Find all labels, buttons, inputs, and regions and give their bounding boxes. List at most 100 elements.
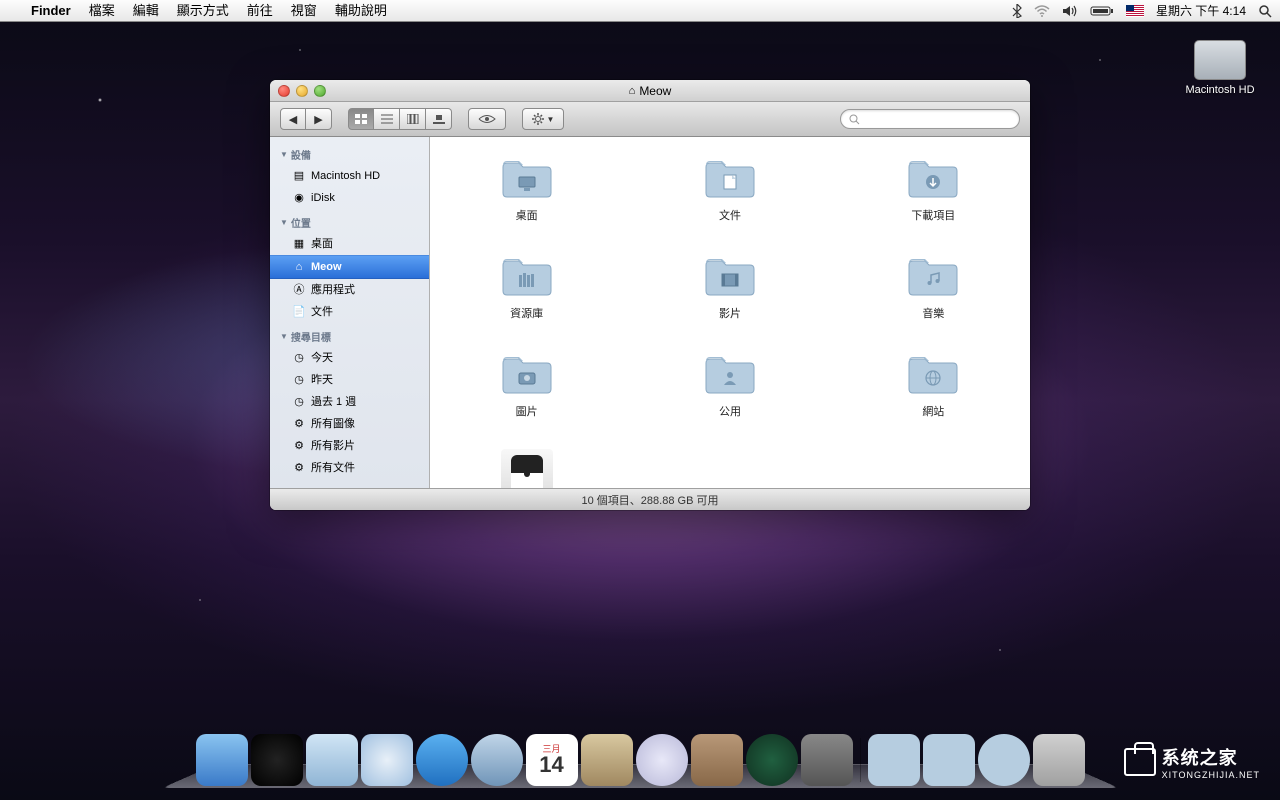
sidebar-item-Meow[interactable]: ⌂Meow — [270, 255, 429, 279]
column-view-button[interactable] — [400, 108, 426, 130]
dock-downloads[interactable] — [978, 734, 1030, 786]
quicklook-button[interactable] — [468, 108, 506, 130]
file-item-傳送註冊資訊[interactable]: 傳送註冊資訊 — [477, 449, 577, 488]
sidebar-item-桌面[interactable]: ▦桌面 — [270, 233, 429, 255]
dock-settings[interactable] — [801, 734, 853, 786]
sidebar-item-今天[interactable]: ◷今天 — [270, 347, 429, 369]
sidebar-header[interactable]: ▼ 位置 — [270, 209, 429, 233]
spotlight-icon[interactable] — [1258, 4, 1272, 18]
dock-spaces[interactable] — [691, 734, 743, 786]
dock-folder-docs[interactable] — [923, 734, 975, 786]
menu-view[interactable]: 顯示方式 — [168, 0, 238, 22]
folder-icon — [905, 253, 961, 299]
toolbar: ◀ ▶ ▼ — [270, 102, 1030, 137]
coverflow-view-button[interactable] — [426, 108, 452, 130]
item-label: 網站 — [883, 403, 983, 419]
sidebar-item-iDisk[interactable]: ◉iDisk — [270, 187, 429, 209]
bluetooth-icon[interactable] — [1012, 4, 1022, 18]
sidebar-item-label: 桌面 — [311, 235, 333, 253]
dock-ical[interactable]: 三月14 — [526, 734, 578, 786]
app-menu[interactable]: Finder — [22, 0, 80, 22]
file-item-音樂[interactable]: 音樂 — [883, 253, 983, 321]
item-label: 桌面 — [477, 207, 577, 223]
menu-window[interactable]: 視窗 — [282, 0, 326, 22]
dock-finder[interactable] — [196, 734, 248, 786]
dock-itunes[interactable] — [636, 734, 688, 786]
sidebar-item-label: iDisk — [311, 189, 335, 207]
sidebar-item-Macintosh HD[interactable]: ▤Macintosh HD — [270, 165, 429, 187]
dock-ichat[interactable] — [416, 734, 468, 786]
minimize-button[interactable] — [296, 85, 308, 97]
app-icon — [501, 449, 553, 488]
sidebar-item-label: 文件 — [311, 303, 333, 321]
file-item-下載項目[interactable]: 下載項目 — [883, 155, 983, 223]
sidebar-item-label: 昨天 — [311, 371, 333, 389]
smart-icon: ⚙ — [292, 417, 306, 431]
folder-icon — [499, 351, 555, 397]
battery-icon[interactable] — [1090, 5, 1114, 17]
watermark-sub: XITONGZHIJIA.NET — [1162, 770, 1260, 780]
menubar: Finder 檔案 編輯 顯示方式 前往 視窗 輔助說明 星期六 下午 4:14 — [0, 0, 1280, 22]
close-button[interactable] — [278, 85, 290, 97]
folder-icon — [499, 253, 555, 299]
dock: 三月14 — [0, 728, 1280, 800]
list-view-button[interactable] — [374, 108, 400, 130]
file-item-圖片[interactable]: 圖片 — [477, 351, 577, 419]
dock-dvd[interactable] — [581, 734, 633, 786]
item-label: 音樂 — [883, 305, 983, 321]
file-item-網站[interactable]: 網站 — [883, 351, 983, 419]
item-label: 影片 — [680, 305, 780, 321]
sidebar-item-過去 1 週[interactable]: ◷過去 1 週 — [270, 391, 429, 413]
action-button[interactable]: ▼ — [522, 108, 564, 130]
input-flag-icon[interactable] — [1126, 5, 1144, 17]
home-icon: ⌂ — [292, 260, 306, 274]
dock-folder-apps[interactable] — [868, 734, 920, 786]
finder-window[interactable]: ⌂ Meow ◀ ▶ ▼ — [270, 80, 1030, 510]
sidebar-item-label: 所有影片 — [311, 437, 355, 455]
dock-mail-bird[interactable] — [306, 734, 358, 786]
item-label: 圖片 — [477, 403, 577, 419]
dock-safari[interactable] — [361, 734, 413, 786]
icon-view-button[interactable] — [348, 108, 374, 130]
smart-icon: ⚙ — [292, 461, 306, 475]
sidebar-item-昨天[interactable]: ◷昨天 — [270, 369, 429, 391]
dock-dashboard[interactable] — [251, 734, 303, 786]
sidebar-item-所有影片[interactable]: ⚙ 所有影片 — [270, 435, 429, 457]
apps-icon: Ⓐ — [292, 283, 306, 297]
sidebar-item-所有圖像[interactable]: ⚙ 所有圖像 — [270, 413, 429, 435]
sidebar-item-所有文件[interactable]: ⚙ 所有文件 — [270, 457, 429, 479]
dock-timemachine[interactable] — [746, 734, 798, 786]
back-button[interactable]: ◀ — [280, 108, 306, 130]
window-title-text: Meow — [639, 84, 671, 98]
file-item-影片[interactable]: 影片 — [680, 253, 780, 321]
menu-edit[interactable]: 編輯 — [124, 0, 168, 22]
home-icon: ⌂ — [629, 85, 636, 97]
sidebar-item-文件[interactable]: 📄文件 — [270, 301, 429, 323]
sidebar: ▼ 設備▤Macintosh HD◉iDisk▼ 位置▦桌面⌂MeowⒶ應用程式… — [270, 137, 430, 488]
file-item-資源庫[interactable]: 資源庫 — [477, 253, 577, 321]
dock-trash[interactable] — [1033, 734, 1085, 786]
dock-mail[interactable] — [471, 734, 523, 786]
smart-icon: ⚙ — [292, 439, 306, 453]
titlebar[interactable]: ⌂ Meow — [270, 80, 1030, 102]
menu-help[interactable]: 輔助說明 — [326, 0, 396, 22]
file-item-公用[interactable]: 公用 — [680, 351, 780, 419]
menu-file[interactable]: 檔案 — [80, 0, 124, 22]
sidebar-item-label: 所有圖像 — [311, 415, 355, 433]
zoom-button[interactable] — [314, 85, 326, 97]
volume-icon[interactable] — [1062, 5, 1078, 17]
clock[interactable]: 星期六 下午 4:14 — [1156, 2, 1246, 19]
sidebar-header[interactable]: ▼ 設備 — [270, 141, 429, 165]
content-area[interactable]: 桌面 文件 下載項目資源庫影片 音樂圖片 公用網站傳送註冊資訊 — [430, 137, 1030, 488]
sidebar-item-label: 所有文件 — [311, 459, 355, 477]
wifi-icon[interactable] — [1034, 5, 1050, 17]
search-field[interactable] — [840, 109, 1020, 129]
file-item-文件[interactable]: 文件 — [680, 155, 780, 223]
forward-button[interactable]: ▶ — [306, 108, 332, 130]
sidebar-header[interactable]: ▼ 搜尋目標 — [270, 323, 429, 347]
menu-go[interactable]: 前往 — [238, 0, 282, 22]
desktop-volume-macintosh-hd[interactable]: Macintosh HD — [1180, 40, 1260, 96]
folder-icon — [905, 351, 961, 397]
sidebar-item-應用程式[interactable]: Ⓐ應用程式 — [270, 279, 429, 301]
file-item-桌面[interactable]: 桌面 — [477, 155, 577, 223]
